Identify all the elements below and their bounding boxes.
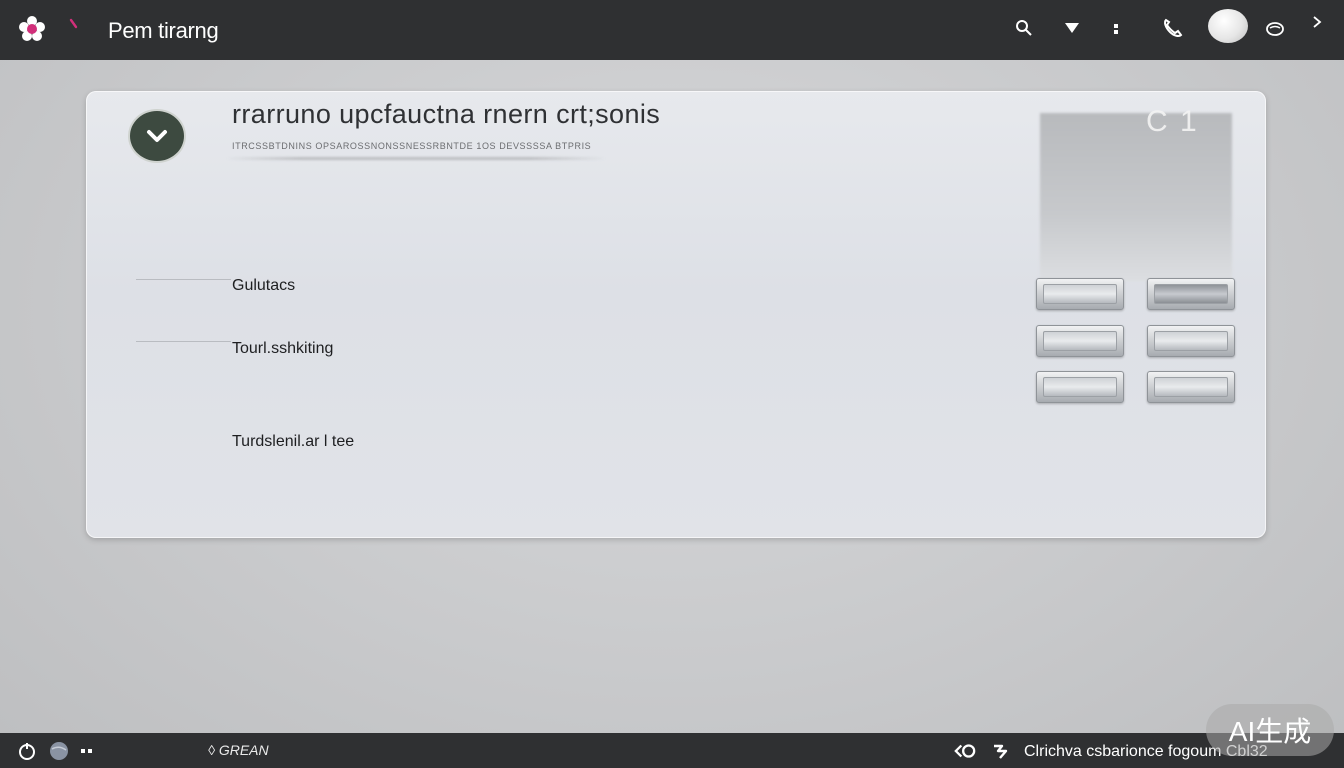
row-label-3: Turdslenil.ar l tee (232, 433, 355, 450)
filter-icon[interactable] (1060, 16, 1084, 40)
bottom-bar: ◊ GREAN Clrichva csbarionce fogoum Cbl32 (0, 733, 1344, 768)
option-toggle-3a[interactable] (1036, 371, 1124, 403)
search-icon[interactable] (1012, 16, 1036, 40)
option-toggle-1a[interactable] (1036, 278, 1124, 310)
subtitle-divider (226, 157, 606, 160)
row-label-1: Gulutacs (232, 277, 296, 294)
option-toggle-2b[interactable] (1147, 325, 1235, 357)
card-title: rrarruno upcfauctna rnern crt;sonis (232, 99, 661, 129)
row-divider (136, 341, 231, 342)
app-title: Pem tirarng (108, 18, 219, 43)
more-vertical-icon[interactable] (1104, 16, 1128, 40)
ai-generated-watermark: AI生成 (1206, 704, 1334, 756)
share-icon[interactable] (990, 741, 1012, 761)
brand-label: GREAN (218, 742, 269, 758)
check-badge-icon (128, 109, 186, 163)
option-toggle-1b[interactable] (1147, 278, 1235, 310)
globe-icon[interactable] (48, 741, 70, 761)
power-icon[interactable] (16, 741, 38, 761)
sync-icon[interactable] (954, 741, 976, 761)
top-bar: Pem tirarng (0, 0, 1344, 60)
brand-icon: ◊ (208, 742, 219, 758)
option-toggle-3b[interactable] (1147, 371, 1235, 403)
option-toggle-2a[interactable] (1036, 325, 1124, 357)
phone-icon[interactable] (1160, 16, 1184, 40)
bottom-brand: ◊ GREAN (208, 742, 269, 758)
dots-icon[interactable] (76, 741, 98, 761)
app-logo-icon[interactable] (16, 13, 48, 45)
back-icon[interactable] (68, 18, 82, 32)
chevron-right-icon[interactable] (1305, 10, 1329, 34)
row-divider (136, 279, 231, 280)
cloud-icon[interactable] (1263, 16, 1287, 40)
preview-glyph: C 1 (1146, 105, 1199, 138)
preview-panel (1040, 113, 1232, 281)
row-label-2: Tourl.sshkiting (232, 340, 334, 357)
settings-card: rrarruno upcfauctna rnern crt;sonis ITRC… (86, 91, 1266, 538)
avatar[interactable] (1208, 9, 1248, 43)
card-subtitle: ITRCSSBTDNINS OPSAROSSNONSSNESSRBNTDE 1O… (232, 141, 592, 151)
